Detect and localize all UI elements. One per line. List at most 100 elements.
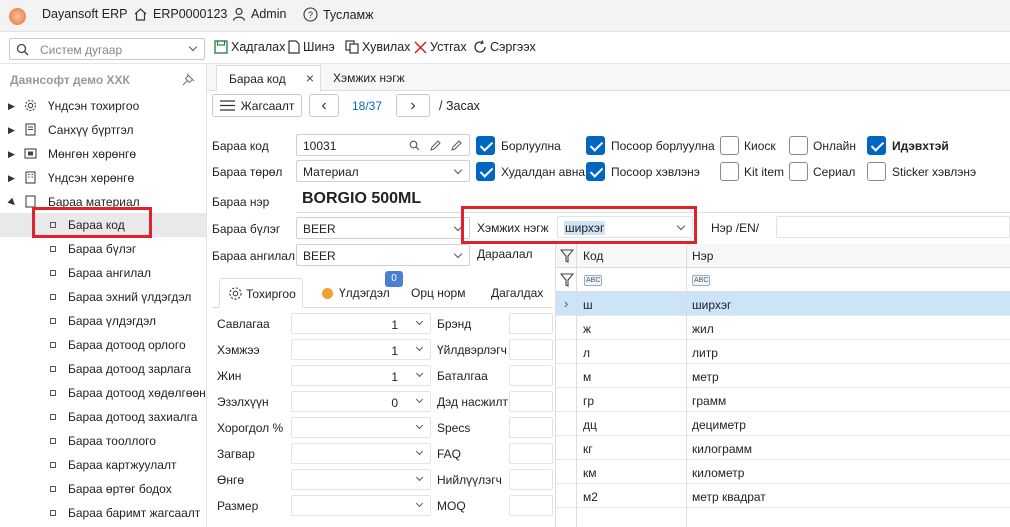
- code-input[interactable]: 10031: [296, 134, 470, 156]
- chevron-down-icon: [415, 421, 424, 430]
- tab-balance[interactable]: Үлдэгдэл: [339, 286, 390, 300]
- online-checkbox[interactable]: [789, 136, 808, 155]
- filter-icon[interactable]: [560, 273, 574, 287]
- next-button[interactable]: ›: [396, 94, 430, 117]
- type-select[interactable]: Материал: [296, 160, 470, 182]
- ledger-icon: [25, 123, 36, 136]
- pencil-icon[interactable]: [451, 140, 462, 151]
- serial-checkbox[interactable]: [789, 162, 808, 181]
- sidebar-subitem[interactable]: Бараа дотоод захиалга: [0, 405, 206, 429]
- help-link[interactable]: ? Тусламж: [303, 7, 374, 22]
- new-button[interactable]: Шинэ: [288, 40, 335, 54]
- chevron-down-icon: [415, 395, 424, 404]
- tab-accessories[interactable]: Дагалдах: [491, 286, 543, 300]
- column-header-code[interactable]: Код: [583, 249, 603, 263]
- bullet-icon: [50, 294, 56, 300]
- name-en-input[interactable]: [776, 216, 1010, 238]
- grid-row[interactable]: км километр: [556, 460, 1010, 484]
- supplier-input[interactable]: [509, 469, 553, 490]
- grid-row[interactable]: дц дециметр: [556, 412, 1010, 436]
- sub-lifetime-input[interactable]: [509, 391, 553, 412]
- name-input[interactable]: BORGIO 500ML: [302, 190, 421, 208]
- color-select[interactable]: [291, 469, 431, 490]
- grid-row[interactable]: л литр: [556, 340, 1010, 364]
- tab-settings[interactable]: Тохиргоо: [219, 278, 303, 308]
- sidebar-item-cash[interactable]: ▶ Мөнгөн хөрөнгө: [0, 142, 206, 166]
- packaging-select[interactable]: 1: [291, 313, 431, 334]
- weight-select[interactable]: 1: [291, 365, 431, 386]
- tab-unit[interactable]: Хэмжих нэгж: [321, 65, 417, 92]
- edit-icon[interactable]: [430, 140, 441, 151]
- sidebar-subitem[interactable]: Бараа дотоод орлого: [0, 333, 206, 357]
- bullet-icon: [50, 510, 56, 516]
- brand-input[interactable]: [509, 313, 553, 334]
- search-icon[interactable]: [409, 140, 420, 151]
- specs-input[interactable]: [509, 417, 553, 438]
- faq-input[interactable]: [509, 443, 553, 464]
- save-button[interactable]: Хадгалах: [214, 40, 285, 54]
- sidebar-subitem[interactable]: Бараа картжуулалт: [0, 453, 206, 477]
- sidebar-subitem[interactable]: Бараа дотоод хөдөлгөөн: [0, 381, 206, 405]
- tab-bom[interactable]: Орц норм: [411, 286, 465, 300]
- app-logo-icon: [9, 8, 26, 25]
- dimension-select[interactable]: [291, 495, 431, 516]
- sell-checkbox[interactable]: [476, 136, 495, 155]
- delete-button[interactable]: Устгах: [414, 40, 467, 54]
- sidebar-subitem[interactable]: Бараа өртөг бодох: [0, 477, 206, 501]
- grid-row[interactable]: гр грамм: [556, 388, 1010, 412]
- sticker-checkbox[interactable]: [867, 162, 886, 181]
- text-filter-icon[interactable]: ABC: [584, 275, 603, 286]
- pos-use-label: Посоор хэвлэнэ: [611, 165, 700, 179]
- size-select[interactable]: 1: [291, 339, 431, 360]
- manufacturer-input[interactable]: [509, 339, 553, 360]
- warranty-input[interactable]: [509, 365, 553, 386]
- model-select[interactable]: [291, 443, 431, 464]
- grid-row[interactable]: м2 метр квадрат: [556, 484, 1010, 508]
- sidebar-subitem[interactable]: Бараа дотоод зарлага: [0, 357, 206, 381]
- grid-row[interactable]: м метр: [556, 364, 1010, 388]
- sidebar-subitem[interactable]: Бараа баримт жагсаалт: [0, 501, 206, 525]
- chevron-left-icon: ‹: [321, 96, 327, 114]
- column-header-name[interactable]: Нэр: [692, 249, 713, 263]
- sidebar-subitem[interactable]: Бараа тооллого: [0, 429, 206, 453]
- active-checkbox[interactable]: [867, 136, 886, 155]
- pos-sell-checkbox[interactable]: [586, 136, 605, 155]
- pos-sell-label: Посоор борлуулна: [611, 139, 715, 153]
- volume-select[interactable]: 0: [291, 391, 431, 412]
- kit-label: Kit item: [744, 165, 785, 179]
- prev-button[interactable]: ‹: [309, 94, 339, 117]
- search-input[interactable]: Систем дугаар: [9, 38, 205, 60]
- text-filter-icon[interactable]: ABC: [692, 275, 711, 286]
- tab-item-code[interactable]: Бараа код ×: [216, 65, 321, 92]
- pin-icon[interactable]: [182, 73, 195, 86]
- sidebar-item-settings[interactable]: ▶ Үндсэн тохиргоо: [0, 94, 206, 118]
- highlight-item-code: [32, 207, 152, 238]
- grid-row[interactable]: кг килограмм: [556, 436, 1010, 460]
- sidebar-subitem[interactable]: Бараа эхний үлдэгдэл: [0, 285, 206, 309]
- sidebar-item-fixed-assets[interactable]: ▶ Үндсэн хөрөнгө: [0, 166, 206, 190]
- kit-checkbox[interactable]: [720, 162, 739, 181]
- close-icon[interactable]: ×: [306, 70, 314, 86]
- user-menu[interactable]: Admin: [232, 7, 286, 21]
- bullet-icon: [50, 246, 56, 252]
- sidebar-item-finance[interactable]: ▶ Санхүү бүртгэл: [0, 118, 206, 142]
- filter-icon[interactable]: [560, 249, 574, 263]
- expand-arrow-icon: ▶: [8, 148, 15, 159]
- loss-percent-select[interactable]: [291, 417, 431, 438]
- sidebar-subitem[interactable]: Бараа ангилал: [0, 261, 206, 285]
- moq-input[interactable]: [509, 495, 553, 516]
- pos-use-checkbox[interactable]: [586, 162, 605, 181]
- kiosk-checkbox[interactable]: [720, 136, 739, 155]
- class-select[interactable]: BEER: [296, 244, 470, 266]
- grid-row[interactable]: ж жил: [556, 316, 1010, 340]
- sidebar-subitem[interactable]: Бараа үлдэгдэл: [0, 309, 206, 333]
- copy-button[interactable]: Хувилах: [345, 40, 410, 54]
- refresh-button[interactable]: Сэргээх: [473, 40, 536, 54]
- group-select[interactable]: BEER: [296, 217, 470, 239]
- company-code[interactable]: ERP0000123: [133, 7, 227, 21]
- list-button[interactable]: Жагсаалт: [212, 94, 302, 117]
- sidebar-subitem[interactable]: Бараа бүлэг: [0, 237, 206, 261]
- grid-row[interactable]: › ш ширхэг: [556, 292, 1010, 316]
- buy-checkbox[interactable]: [476, 162, 495, 181]
- grid-row: Хэмжээ 1 Үйлдвэрлэгч: [213, 337, 553, 363]
